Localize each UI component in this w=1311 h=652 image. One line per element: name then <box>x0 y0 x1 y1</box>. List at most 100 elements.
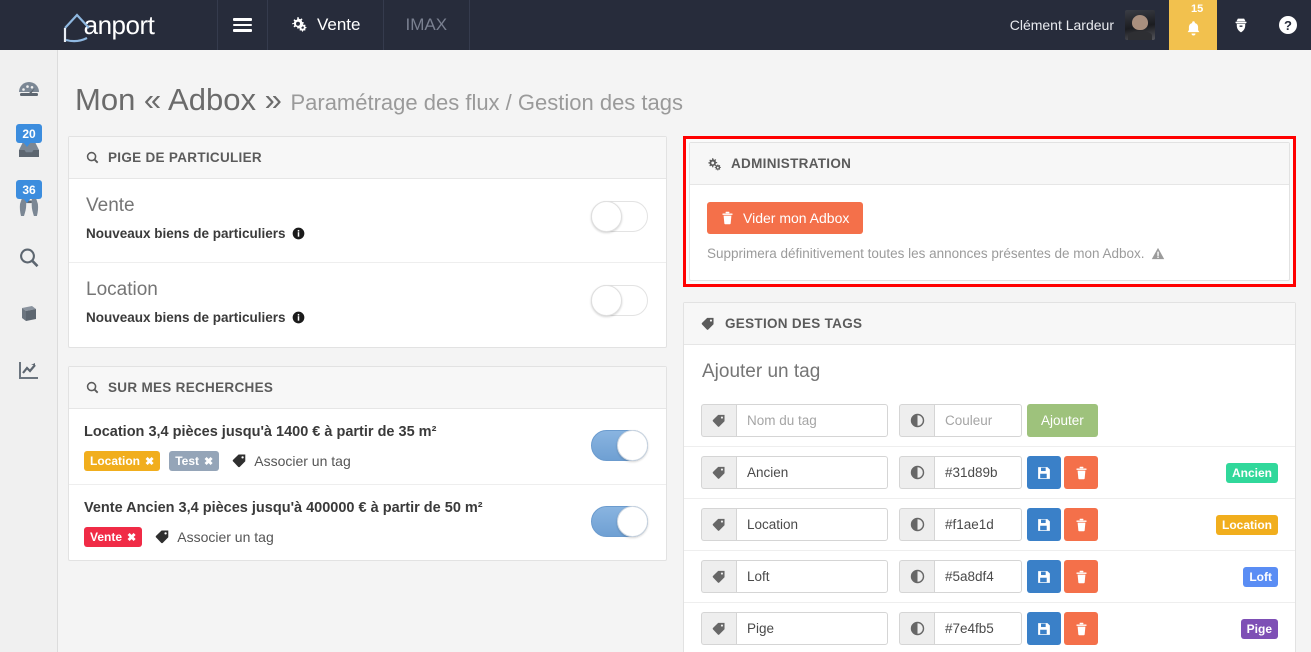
pige-row-location-title: Location <box>86 279 158 300</box>
tags-panel: GESTION DES TAGS Ajouter un tag Nom du t… <box>683 302 1296 652</box>
search-row-content: Vente Ancien 3,4 pièces jusqu'à 400000 €… <box>84 500 483 547</box>
tag-chip-label: Vente <box>90 530 123 544</box>
tag-name-field-group <box>701 456 888 489</box>
sidebar-item-book[interactable] <box>0 286 57 342</box>
tag-preview-badge: Pige <box>1240 618 1278 639</box>
tag-color-input[interactable] <box>934 560 1022 593</box>
search-row-toggle[interactable] <box>591 506 648 537</box>
trash-icon <box>1075 570 1088 584</box>
tag-chip-label: Location <box>90 454 140 468</box>
pige-toggle-vente[interactable] <box>591 201 648 232</box>
delete-tag-button[interactable] <box>1064 560 1098 593</box>
notifications-count: 15 <box>1191 3 1204 15</box>
administration-panel-body: Vider mon Adbox Supprimera définitivemen… <box>690 185 1289 280</box>
nav-item-imax[interactable]: IMAX <box>384 0 471 50</box>
nav-item-vente-label: Vente <box>317 15 361 34</box>
associate-tag-label: Associer un tag <box>254 453 351 469</box>
sidebar-item-dashboard[interactable] <box>0 62 57 118</box>
tag-chip[interactable]: Test ✖ <box>169 451 220 471</box>
sidebar-item-pige[interactable]: 36 <box>0 174 57 230</box>
pige-panel: PIGE DE PARTICULIER Vente Nouveaux biens… <box>68 136 667 348</box>
user-menu[interactable]: Clément Lardeur <box>992 0 1169 50</box>
search-row-toggle[interactable] <box>591 430 648 461</box>
tag-name-input[interactable] <box>736 456 888 489</box>
remove-x-icon[interactable]: ✖ <box>127 531 136 544</box>
tag-color-input[interactable] <box>934 612 1022 645</box>
tag-icon <box>701 317 716 331</box>
sidebar-item-search[interactable] <box>0 230 57 286</box>
notifications-button[interactable]: 15 <box>1169 0 1217 50</box>
tag-chip[interactable]: Vente ✖ <box>84 527 143 547</box>
hamburger-menu-button[interactable] <box>218 0 268 50</box>
cogs-icon <box>707 157 722 171</box>
tag-icon <box>701 560 736 593</box>
main-content: Mon « Adbox » Paramétrage des flux / Ges… <box>58 50 1311 652</box>
navbar-spacer <box>470 0 992 50</box>
right-column: ADMINISTRATION Vider mon Adbox Supprimer… <box>683 136 1296 652</box>
user-name: Clément Lardeur <box>1009 17 1114 33</box>
delete-tag-button[interactable] <box>1064 456 1098 489</box>
delete-tag-button[interactable] <box>1064 508 1098 541</box>
pige-panel-title: PIGE DE PARTICULIER <box>108 150 262 165</box>
brand-logo[interactable]: anport <box>0 0 218 50</box>
associate-tag-link[interactable]: Associer un tag <box>155 529 274 545</box>
associate-tag-link[interactable]: Associer un tag <box>232 453 351 469</box>
search-row: Vente Ancien 3,4 pièces jusqu'à 400000 €… <box>69 485 666 560</box>
tag-color-input[interactable] <box>934 508 1022 541</box>
book-icon <box>17 303 41 325</box>
sidebar-item-stats[interactable] <box>0 342 57 398</box>
info-circle-icon[interactable] <box>292 311 305 324</box>
page-title-subtitle: Paramétrage des flux / Gestion des tags <box>290 90 683 115</box>
line-chart-icon <box>17 359 41 381</box>
search-row: Location 3,4 pièces jusqu'à 1400 € à par… <box>69 409 666 485</box>
nav-item-vente[interactable]: Vente <box>268 0 384 50</box>
trash-icon <box>721 211 734 225</box>
tag-icon <box>701 508 736 541</box>
hamburger-menu-icon <box>233 15 252 35</box>
tag-row: Ancien <box>684 447 1295 499</box>
trash-icon <box>1075 622 1088 636</box>
delete-tag-button[interactable] <box>1064 612 1098 645</box>
vider-adbox-button[interactable]: Vider mon Adbox <box>707 202 864 234</box>
info-circle-icon[interactable] <box>292 227 305 240</box>
recherches-panel-header: SUR MES RECHERCHES <box>69 367 666 409</box>
search-row-tags: Vente ✖ Associer un tag <box>84 527 483 547</box>
pige-row-location: Location Nouveaux biens de particuliers <box>69 263 666 347</box>
pige-row-vente-title: Vente <box>86 195 135 216</box>
tag-color-field-group <box>899 560 1022 593</box>
tag-name-input[interactable] <box>736 508 888 541</box>
save-tag-button[interactable] <box>1027 560 1061 593</box>
administration-note: Supprimera définitivement toutes les ann… <box>707 246 1271 261</box>
remove-x-icon[interactable]: ✖ <box>204 455 213 468</box>
tag-color-field-group <box>899 508 1022 541</box>
tag-name-input[interactable] <box>736 560 888 593</box>
sidebar-item-inbox[interactable]: 20 <box>0 118 57 174</box>
tag-chip-label: Test <box>175 454 200 468</box>
floppy-save-icon <box>1037 466 1051 480</box>
search-row-title: Location 3,4 pièces jusqu'à 1400 € à par… <box>84 424 437 440</box>
tag-icon <box>701 456 736 489</box>
administration-panel-title: ADMINISTRATION <box>731 156 852 171</box>
secret-agent-button[interactable] <box>1217 0 1264 50</box>
help-button[interactable]: ? <box>1264 0 1311 50</box>
remove-x-icon[interactable]: ✖ <box>145 455 154 468</box>
tag-row: Loft <box>684 551 1295 603</box>
tag-name-input[interactable] <box>736 612 888 645</box>
floppy-save-icon <box>1037 570 1051 584</box>
save-tag-button[interactable] <box>1027 456 1061 489</box>
pige-toggle-location[interactable] <box>591 285 648 316</box>
tag-color-input[interactable] <box>934 456 1022 489</box>
toggle-knob <box>591 201 622 232</box>
adjust-contrast-icon <box>899 404 934 437</box>
page-title-main: Mon « Adbox » <box>75 82 282 117</box>
tags-panel-title: GESTION DES TAGS <box>725 316 863 331</box>
tag-chip[interactable]: Location ✖ <box>84 451 161 471</box>
save-tag-button[interactable] <box>1027 508 1061 541</box>
administration-panel-header: ADMINISTRATION <box>690 143 1289 185</box>
add-tag-button[interactable]: Ajouter <box>1027 404 1098 437</box>
tags-panel-body: Ajouter un tag Nom du tag Couleur Ajoute… <box>684 345 1295 652</box>
save-tag-button[interactable] <box>1027 612 1061 645</box>
adjust-contrast-icon <box>899 508 934 541</box>
tag-name-input[interactable] <box>736 404 888 437</box>
tag-color-input[interactable] <box>934 404 1022 437</box>
